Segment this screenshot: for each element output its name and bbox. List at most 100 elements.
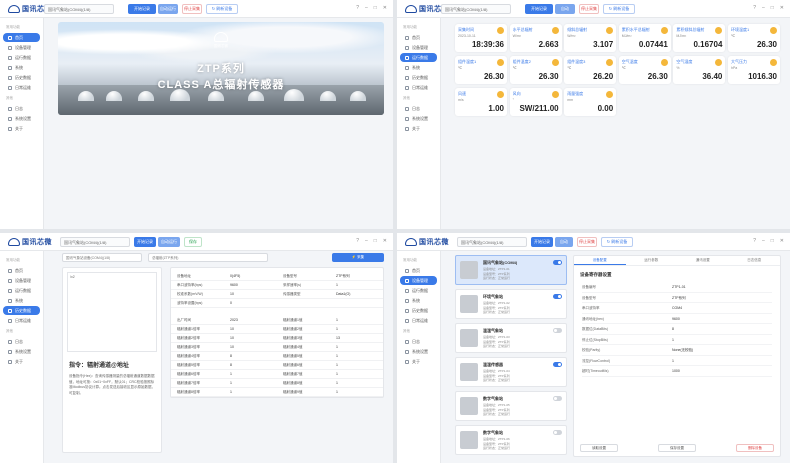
refresh-device-button[interactable]: ↻ 刷新设备: [601, 237, 633, 247]
sidebar-item[interactable]: 首页: [3, 266, 40, 275]
sensor-search-input[interactable]: 总辐射(ZTP系列): [148, 253, 268, 262]
device-select[interactable]: 国讯气象站(COM4)(1/8): [44, 4, 114, 14]
start-record-button[interactable]: 开始记录: [134, 237, 156, 247]
maximize-icon[interactable]: □: [771, 238, 774, 244]
maximize-icon[interactable]: □: [374, 238, 377, 244]
minimize-icon[interactable]: –: [365, 5, 368, 11]
stop-collect-button[interactable]: 停止采集: [577, 237, 597, 247]
device-toggle[interactable]: [553, 294, 562, 299]
sidebar-item[interactable]: 关于: [3, 357, 40, 366]
device-toggle[interactable]: [553, 260, 562, 265]
auto-button[interactable]: 自动: [555, 4, 575, 14]
device-card[interactable]: 国讯气象站(COM4) 设备地址：ZTP1-01 设备型号：ZTP系列 运行状态：正常…: [455, 255, 567, 285]
help-icon[interactable]: ?: [356, 238, 359, 244]
sidebar-item[interactable]: 日常运维: [400, 316, 437, 325]
detail-tab[interactable]: 通讯设置: [677, 256, 729, 265]
detail-value[interactable]: ZTP1-01: [672, 282, 686, 292]
detail-value[interactable]: 1: [672, 356, 674, 366]
sidebar-item[interactable]: 历史数据: [3, 73, 40, 82]
sidebar-item[interactable]: 系统: [400, 296, 437, 305]
read-settings-button[interactable]: 读取设置: [580, 444, 618, 452]
collect-button[interactable]: ⚡ 采集: [332, 253, 384, 262]
detail-tab[interactable]: 运行参数: [626, 256, 678, 265]
device-toggle[interactable]: [553, 396, 562, 401]
auto-run-button[interactable]: 自动运行: [158, 4, 178, 14]
sidebar-item[interactable]: 运行数据: [3, 286, 40, 295]
sidebar-item[interactable]: 日志: [400, 104, 437, 113]
sidebar-item[interactable]: 系统设置: [3, 347, 40, 356]
detail-value[interactable]: 1: [672, 335, 674, 345]
sidebar-item[interactable]: 系统设置: [3, 114, 40, 123]
start-record-button[interactable]: 开始记录: [525, 4, 553, 14]
stop-collect-button[interactable]: 停止采集: [579, 4, 599, 14]
refresh-device-button[interactable]: ↻ 刷新设备: [603, 4, 635, 14]
sidebar-item[interactable]: 历史数据: [400, 73, 437, 82]
help-icon[interactable]: ?: [753, 238, 756, 244]
sidebar-item[interactable]: 首页: [400, 266, 437, 275]
sidebar-item[interactable]: 关于: [3, 124, 40, 133]
sidebar-item[interactable]: 日志: [400, 337, 437, 346]
sidebar-item[interactable]: 系统设置: [400, 114, 437, 123]
sidebar-item[interactable]: 运行数据: [400, 286, 437, 295]
detail-value[interactable]: 1000: [672, 366, 680, 376]
sidebar-item[interactable]: 首页: [400, 33, 437, 42]
device-card[interactable]: 数字气象站 设备地址：ZTP1-06 设备型号：ZTP系列 运行状态：正常运行: [455, 425, 567, 455]
start-record-button[interactable]: 开始记录: [531, 237, 553, 247]
close-icon[interactable]: ✕: [383, 238, 387, 244]
sidebar-item[interactable]: 日志: [3, 104, 40, 113]
sidebar-item[interactable]: 设备管理: [400, 43, 437, 52]
device-search-input[interactable]: 国讯气象站设备(COM4)(1/8): [62, 253, 142, 262]
minimize-icon[interactable]: –: [365, 238, 368, 244]
command-textarea[interactable]: /x2: [67, 272, 157, 352]
help-icon[interactable]: ?: [356, 5, 359, 11]
stop-collect-button[interactable]: 停止采集: [182, 4, 202, 14]
device-select[interactable]: 国讯气象站(COM4)(1/8): [457, 237, 527, 247]
sidebar-item[interactable]: 历史数据: [3, 306, 40, 315]
device-card[interactable]: 环境气象站 设备地址：ZTP1-02 设备型号：ZTP系列 运行状态：正常运行: [455, 289, 567, 319]
sidebar-item[interactable]: 系统设置: [400, 347, 437, 356]
device-toggle[interactable]: [553, 430, 562, 435]
close-icon[interactable]: ✕: [780, 238, 784, 244]
maximize-icon[interactable]: □: [374, 5, 377, 11]
sidebar-item[interactable]: 关于: [400, 357, 437, 366]
close-icon[interactable]: ✕: [383, 5, 387, 11]
detail-value[interactable]: COM4: [672, 303, 682, 313]
sidebar-item[interactable]: 日常运维: [3, 83, 40, 92]
sidebar-item[interactable]: 关于: [400, 124, 437, 133]
start-record-button[interactable]: 开始记录: [128, 4, 156, 14]
sidebar-item[interactable]: 设备管理: [3, 276, 40, 285]
detail-value[interactable]: ZTP系列: [672, 293, 686, 303]
detail-tab[interactable]: 日志信息: [729, 256, 781, 265]
device-select[interactable]: 国讯气象站(COM4)(1/8): [60, 237, 130, 247]
minimize-icon[interactable]: –: [762, 5, 765, 11]
device-card[interactable]: 数字气象站 设备地址：ZTP1-05 设备型号：ZTP系列 运行状态：正常运行: [455, 391, 567, 421]
sidebar-item[interactable]: 历史数据: [400, 306, 437, 315]
detail-value[interactable]: 8: [672, 324, 674, 334]
sidebar-item[interactable]: 日志: [3, 337, 40, 346]
detail-tab[interactable]: 设备配置: [574, 256, 626, 265]
help-icon[interactable]: ?: [753, 5, 756, 11]
sidebar-item[interactable]: 日常运维: [3, 316, 40, 325]
device-toggle[interactable]: [553, 328, 562, 333]
sidebar-item[interactable]: 首页: [3, 33, 40, 42]
close-icon[interactable]: ✕: [780, 5, 784, 11]
sidebar-item[interactable]: 运行数据: [400, 53, 437, 62]
device-card[interactable]: 温湿气象站 设备地址：ZTP1-03 设备型号：ZTP系列 运行状态：正常运行: [455, 323, 567, 353]
refresh-device-button[interactable]: ↻ 刷新设备: [206, 4, 238, 14]
sidebar-item[interactable]: 设备管理: [3, 43, 40, 52]
minimize-icon[interactable]: –: [762, 238, 765, 244]
device-select[interactable]: 国讯气象站(COM4)(1/8): [441, 4, 511, 14]
detail-value[interactable]: None(无校验): [672, 345, 693, 355]
sidebar-item[interactable]: 运行数据: [3, 53, 40, 62]
auto-run-button[interactable]: 自动运行: [158, 237, 180, 247]
device-toggle[interactable]: [553, 362, 562, 367]
sidebar-item[interactable]: 系统: [400, 63, 437, 72]
sidebar-item[interactable]: 日常运维: [400, 83, 437, 92]
maximize-icon[interactable]: □: [771, 5, 774, 11]
save-settings-button[interactable]: 保存设置: [658, 444, 696, 452]
sidebar-item[interactable]: 系统: [3, 63, 40, 72]
device-card[interactable]: 温湿传感器 设备地址：ZTP1-04 设备型号：ZTP系列 运行状态：正常运行: [455, 357, 567, 387]
auto-button[interactable]: 自动: [555, 237, 573, 247]
save-button[interactable]: 保存: [184, 237, 202, 247]
delete-device-button[interactable]: 删除设备: [736, 444, 774, 452]
